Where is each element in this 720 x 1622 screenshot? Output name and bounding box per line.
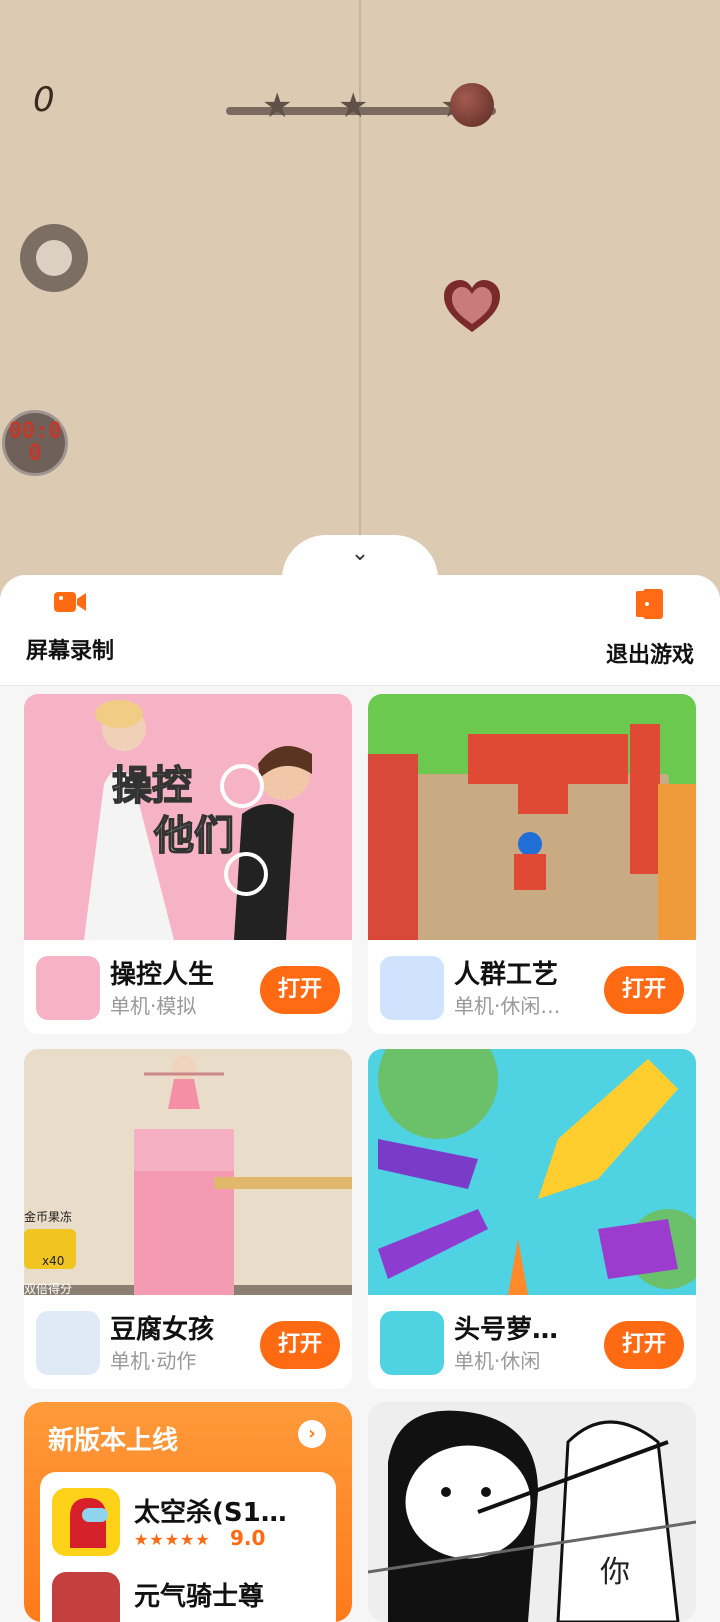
game-icon [380,1311,444,1375]
game-title: 太空杀(S1… [134,1498,287,1528]
game-thumbnail: 操控 他们 [24,694,352,940]
timer: 00:0 0 [2,410,68,476]
game-title: 头号萝… [454,1315,559,1345]
timer-line2: 0 [28,441,42,466]
heart-icon [444,280,500,332]
game-card[interactable]: 人群工艺 单机·休闲… 打开 [368,694,696,1034]
comic-game-card[interactable]: 你 [368,1402,696,1622]
rating-stars: ★★★★★ [134,1530,211,1549]
svg-text:x40: x40 [42,1254,64,1268]
svg-text:操控: 操控 [112,763,192,809]
exit-game-button[interactable]: 退出游戏 [598,587,702,669]
svg-text:他们: 他们 [153,813,234,859]
game-thumbnail: 你 [368,1402,696,1622]
game-title: 操控人生 [110,960,215,990]
open-button[interactable]: 打开 [260,1321,340,1369]
game-icon [36,1311,100,1375]
video-camera-icon [54,592,86,612]
sheet-header: 屏幕录制 退出游戏 [0,575,720,686]
game-subtitle: 单机·动作 [110,1349,197,1373]
game-thumbnail: 金币果冻 x40 双倍得分 [24,1049,352,1295]
game-subtitle: 单机·休闲… [454,994,561,1018]
timer-line1: 00:0 [8,419,62,444]
chevron-down-icon: ⌄ [350,541,370,566]
new-version-title: 新版本上线 [48,1426,179,1456]
rating-score: 9.0 [230,1526,266,1550]
svg-text:双倍得分: 双倍得分 [24,1281,72,1295]
screen-record-button[interactable]: 屏幕录制 [20,587,120,665]
game-thumbnail [368,694,696,940]
game-canvas[interactable]: 0 ★ ★ ★ 00:0 0 ⌄ [0,0,720,600]
new-version-card[interactable]: 新版本上线 › 太空杀(S1… ★★★★★ 9.0 元气骑士尊 [24,1402,352,1622]
game-title: 人群工艺 [454,960,559,990]
game-card[interactable]: 头号萝… 单机·休闲 打开 [368,1049,696,1389]
ball [450,83,494,127]
game-icon [36,956,100,1020]
exit-door-icon [636,589,663,619]
open-button[interactable]: 打开 [604,1321,684,1369]
screen-record-label: 屏幕录制 [25,639,114,664]
progress-star-icon: ★ [262,86,293,126]
game-subtitle: 单机·休闲 [454,1349,541,1373]
crewmate-icon [52,1488,120,1556]
joystick-button[interactable] [20,224,88,292]
comic-text: 你 [600,1555,630,1590]
svg-text:金币果冻: 金币果冻 [24,1209,72,1224]
game-title: 豆腐女孩 [110,1315,215,1345]
game-thumbnail [368,1049,696,1295]
open-button[interactable]: 打开 [604,966,684,1014]
score-counter: 0 [33,80,55,120]
exit-game-label: 退出游戏 [605,643,694,668]
chevron-right-icon[interactable]: › [298,1420,326,1448]
game-card[interactable]: 金币果冻 x40 双倍得分 豆腐女孩 单机·动作 打开 [24,1049,352,1389]
game-subtitle: 单机·模拟 [110,994,197,1018]
game-icon [52,1488,120,1556]
progress-star-icon: ★ [338,86,369,126]
joystick-knob [36,240,72,276]
game-icon [52,1572,120,1622]
game-title: 元气骑士尊 [134,1582,265,1612]
game-card[interactable]: 操控 他们 操控人生 单机·模拟 打开 [24,694,352,1034]
game-icon [380,956,444,1020]
open-button[interactable]: 打开 [260,966,340,1014]
